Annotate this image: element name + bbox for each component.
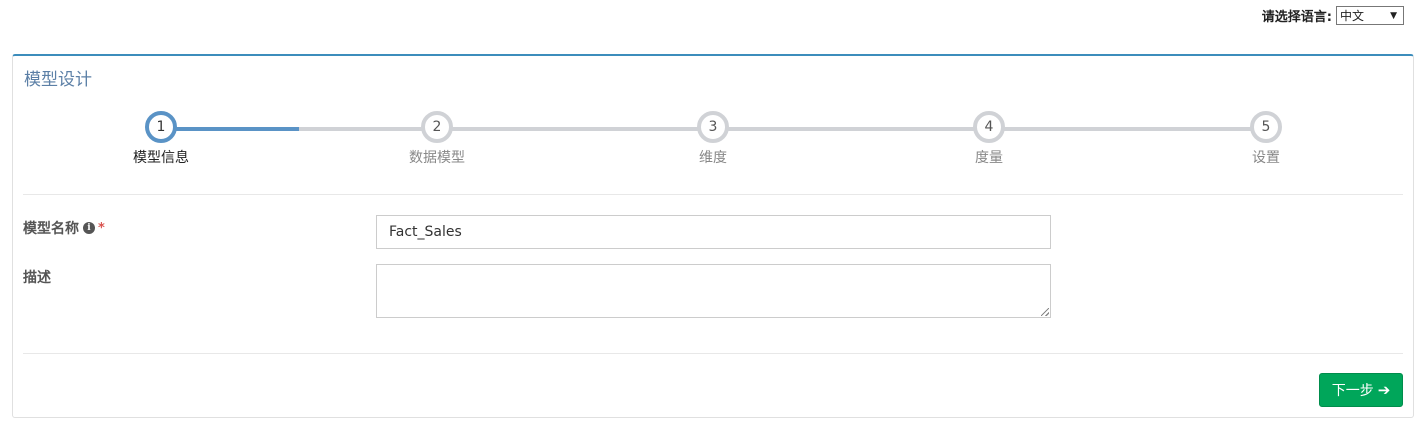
arrow-right-icon: ➔ — [1377, 381, 1391, 399]
form-divider — [23, 353, 1403, 354]
step-model-info[interactable]: 1 模型信息 — [91, 111, 231, 167]
model-name-label-group: 模型名称 i * — [23, 218, 105, 238]
description-label: 描述 — [23, 270, 51, 286]
panel-title: 模型设计 — [24, 70, 92, 90]
step-measures[interactable]: 4 度量 — [919, 111, 1059, 167]
step-label-5: 设置 — [1252, 150, 1280, 166]
model-design-panel: 模型设计 1 模型信息 2 数据模型 3 维度 4 度量 5 设置 模型名称 i… — [12, 54, 1414, 418]
step-data-model[interactable]: 2 数据模型 — [367, 111, 507, 167]
step-label-4: 度量 — [975, 150, 1003, 166]
step-label-3: 维度 — [699, 150, 727, 166]
description-textarea[interactable] — [376, 264, 1051, 318]
description-label-group: 描述 — [23, 267, 51, 287]
step-settings[interactable]: 5 设置 — [1196, 111, 1336, 167]
model-name-input[interactable]: Fact_Sales — [376, 215, 1051, 249]
required-mark: * — [98, 220, 105, 236]
info-circle-icon[interactable]: i — [83, 222, 95, 234]
step-number-3: 3 — [697, 111, 729, 143]
next-step-button[interactable]: 下一步 ➔ — [1319, 373, 1403, 407]
model-name-label: 模型名称 — [23, 221, 79, 237]
language-selector: 请选择语言: 中文 ▼ — [1262, 6, 1404, 25]
resize-grip-icon[interactable] — [1041, 308, 1049, 316]
step-number-4: 4 — [973, 111, 1005, 143]
language-selected-value: 中文 — [1340, 9, 1365, 23]
step-dimensions[interactable]: 3 维度 — [643, 111, 783, 167]
language-select[interactable]: 中文 ▼ — [1336, 6, 1404, 25]
caret-down-icon: ▼ — [1390, 10, 1397, 21]
step-label-2: 数据模型 — [409, 150, 465, 166]
step-number-1: 1 — [145, 111, 177, 143]
step-label-1: 模型信息 — [133, 150, 189, 166]
stepper-divider — [23, 194, 1403, 195]
language-label: 请选择语言: — [1261, 10, 1332, 25]
step-number-2: 2 — [421, 111, 453, 143]
step-number-5: 5 — [1250, 111, 1282, 143]
next-step-label: 下一步 — [1331, 383, 1374, 399]
